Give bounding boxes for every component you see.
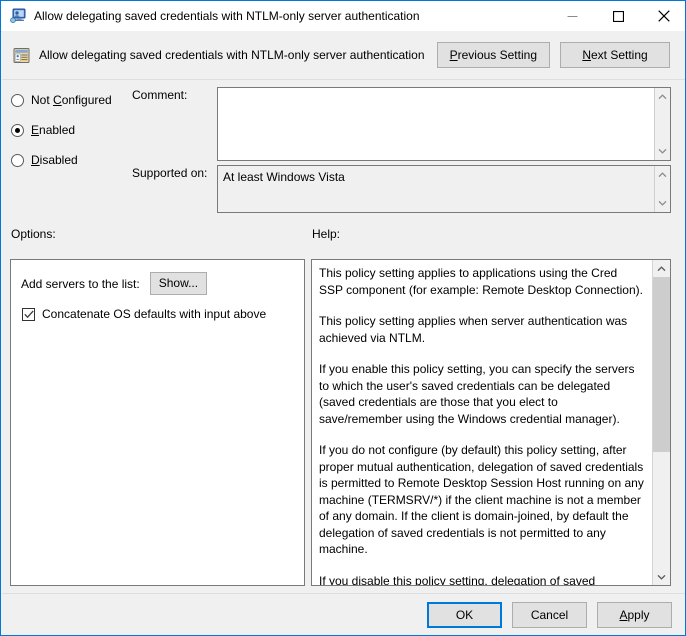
titlebar: Allow delegating saved credentials with … (1, 1, 685, 32)
help-scrollbar[interactable] (652, 260, 670, 585)
navigation-buttons: Previous Setting Next Setting (436, 42, 670, 68)
help-paragraph: This policy setting applies to applicati… (319, 266, 643, 297)
next-setting-button[interactable]: Next Setting (560, 42, 670, 68)
concatenate-defaults-label: Concatenate OS defaults with input above (42, 307, 267, 321)
add-servers-row: Add servers to the list: Show... (21, 272, 304, 295)
radio-disabled-label: Disabled (31, 153, 78, 167)
previous-setting-button[interactable]: Previous Setting (436, 42, 550, 68)
computer-policy-icon (10, 8, 26, 24)
scroll-up-icon[interactable] (655, 90, 671, 104)
help-paragraph: This policy setting applies when server … (319, 314, 628, 345)
show-button[interactable]: Show... (149, 272, 208, 295)
supported-on-scrollbar[interactable] (654, 166, 670, 212)
radio-enabled-indicator[interactable] (11, 123, 24, 137)
apply-label: pply (627, 608, 650, 622)
help-panel: This policy setting applies to applicati… (311, 259, 671, 586)
radio-enabled[interactable]: Enabled (11, 117, 131, 143)
group-policy-setting-dialog: Allow delegating saved credentials with … (0, 0, 686, 636)
add-servers-label: Add servers to the list: (21, 276, 140, 291)
supported-on-value: At least Windows Vista (223, 170, 345, 184)
help-paragraph: If you enable this policy setting, you c… (319, 362, 635, 426)
scroll-down-icon[interactable] (655, 196, 671, 210)
minimize-button[interactable] (549, 1, 595, 31)
help-paragraph: If you do not configure (by default) thi… (319, 443, 644, 556)
ok-button[interactable]: OK (427, 602, 502, 628)
help-section-label: Help: (312, 227, 341, 241)
scroll-up-icon[interactable] (655, 168, 671, 182)
previous-setting-accel: P (449, 48, 458, 62)
previous-setting-label: revious Setting (457, 48, 537, 62)
help-scrollbar-thumb[interactable] (653, 277, 670, 452)
comment-field[interactable] (217, 87, 671, 161)
radio-not-configured-indicator[interactable] (11, 93, 24, 107)
radio-disabled-indicator[interactable] (11, 153, 24, 167)
footer-buttons: OK Cancel Apply (427, 602, 672, 628)
titlebar-title: Allow delegating saved credentials with … (34, 9, 420, 23)
radio-enabled-label: Enabled (31, 123, 76, 137)
policy-state-radio-group: Not Configured Enabled Disabled (11, 87, 131, 177)
scroll-down-icon[interactable] (655, 144, 671, 158)
radio-disabled[interactable]: Disabled (11, 147, 131, 173)
next-setting-label: ext Setting (590, 48, 648, 62)
concatenate-defaults-checkbox[interactable] (22, 307, 35, 321)
maximize-button[interactable] (595, 1, 641, 31)
cancel-button[interactable]: Cancel (512, 602, 587, 628)
supported-on-field: At least Windows Vista (217, 165, 671, 213)
comment-label: Comment: (132, 88, 188, 102)
setting-title: Allow delegating saved credentials with … (39, 48, 425, 62)
dialog-footer: OK Cancel Apply (2, 593, 685, 635)
options-section-label: Options: (11, 227, 56, 241)
radio-not-configured-label: Not Configured (31, 93, 112, 107)
window-controls (549, 1, 685, 31)
options-panel: Add servers to the list: Show... Concate… (10, 259, 305, 586)
concatenate-defaults-row[interactable]: Concatenate OS defaults with input above (22, 307, 304, 321)
apply-accel: A (619, 608, 628, 622)
supported-on-label: Supported on: (132, 166, 208, 180)
help-text: This policy setting applies to applicati… (312, 260, 652, 585)
setting-header: Allow delegating saved credentials with … (2, 31, 685, 80)
next-setting-accel: N (582, 48, 591, 62)
apply-button[interactable]: Apply (597, 602, 672, 628)
scroll-down-icon[interactable] (653, 569, 670, 584)
help-paragraph: If you disable this policy setting, dele… (319, 573, 596, 586)
policy-setting-icon (13, 47, 30, 64)
scroll-up-icon[interactable] (653, 261, 670, 276)
comment-value[interactable] (218, 88, 654, 160)
close-button[interactable] (641, 1, 685, 31)
comment-scrollbar[interactable] (654, 88, 670, 160)
radio-not-configured[interactable]: Not Configured (11, 87, 131, 113)
